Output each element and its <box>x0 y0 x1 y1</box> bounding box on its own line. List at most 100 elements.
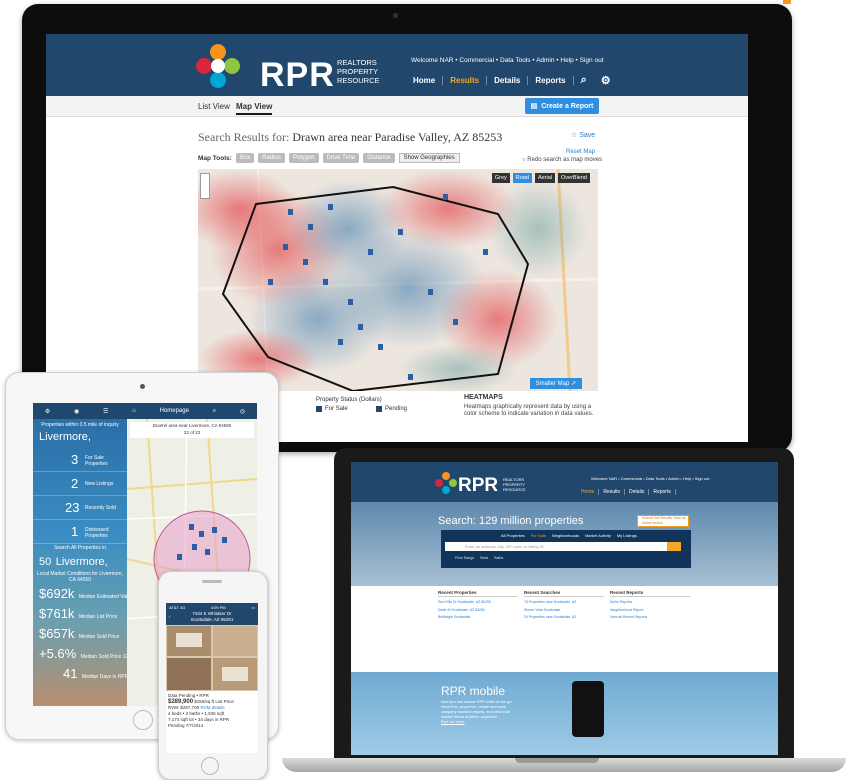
rpr-logo-icon[interactable] <box>435 472 457 494</box>
imac-camera <box>393 13 398 18</box>
nav-details[interactable]: Details <box>487 76 529 85</box>
map-tools-label: Map Tools: <box>198 154 232 162</box>
mobile-title: RPR mobile <box>441 684 506 698</box>
tab-my-listings[interactable]: My Listings <box>617 533 637 538</box>
toolbar-title: Homepage <box>159 408 189 414</box>
tab-map-view[interactable]: Map View <box>236 102 273 115</box>
tablet-home-button[interactable] <box>133 710 153 730</box>
tool-polygon[interactable]: Polygon <box>288 153 319 163</box>
recent-reports-column: Recent Reports Seller Reports Neighborho… <box>610 590 690 668</box>
search-input[interactable]: Enter an address, city, ZIP code, or lis… <box>445 542 681 551</box>
stat-for-sale[interactable]: 3 For Sale Properties <box>33 449 127 472</box>
compass-icon[interactable]: ◎ <box>240 408 245 415</box>
tab-neighborhoods[interactable]: Neighborhoods <box>552 533 579 538</box>
home-icon[interactable]: ⌂ <box>132 408 136 414</box>
mobile-description: Now you can access RPR while on the go. … <box>441 700 513 724</box>
list-item[interactable]: Dade St Scottsdale, AZ 85260 <box>438 608 518 613</box>
recent-activity: Recent Properties Red Hills Dr Scottsdal… <box>438 590 690 670</box>
mobile-promo-band <box>351 672 778 755</box>
desktop-header: RPR REALTORS PROPERTY RESOURCE Welcome N… <box>46 34 748 96</box>
search-all-label: Search All Properties in <box>54 545 106 551</box>
logo-text: RPR <box>260 56 335 94</box>
find-out-more-link[interactable]: Find out more <box>441 720 464 724</box>
list-item[interactable]: Neighborhood Report <box>610 608 690 613</box>
list-item[interactable]: Bellfwight Scottsdale <box>438 615 518 620</box>
promo-badge[interactable]: Submit Get Results Save an Active search <box>637 515 689 527</box>
search-button[interactable] <box>667 542 681 551</box>
laptop-notch <box>515 758 599 763</box>
rvm-details-link[interactable]: RVM details <box>200 705 224 710</box>
rpr-logo-icon[interactable] <box>196 44 240 88</box>
show-geographies-select[interactable]: Show Geographies <box>398 153 460 163</box>
tab-list-view[interactable]: List View <box>198 102 230 111</box>
nav-home[interactable]: Home <box>406 76 444 85</box>
filter-beds[interactable]: Beds <box>480 556 488 560</box>
list-item[interactable]: 24 Properties near Scottsdale, AZ <box>524 615 604 620</box>
legend-pending[interactable]: Pending <box>376 406 407 412</box>
heatmap-map[interactable]: Grey Road Aerial OverBlend Smaller Map ↗ <box>198 169 598 391</box>
map-type-aerial[interactable]: Aerial <box>534 173 555 183</box>
market-median-value: $692k Median Estimated Value <box>39 586 133 601</box>
stat-distressed[interactable]: 1 Distressed Properties <box>33 521 127 544</box>
search-icon[interactable]: ⌕ <box>213 408 216 415</box>
stat-new-listings[interactable]: 2 New Listings <box>33 473 127 496</box>
phone-home-button[interactable] <box>201 757 219 775</box>
properties-within-label: Properties within 0.5 mile of inquiry <box>41 422 119 428</box>
market-days: 41 Median Days in RPR <box>63 666 129 681</box>
utility-links[interactable]: Welcome NAR • Commercial • Data Tools • … <box>591 476 709 481</box>
list-item[interactable]: 76 Properties near Scottsdale, AZ <box>524 600 604 605</box>
battery-icon: ▭ <box>251 604 255 610</box>
logo-text: RPR <box>458 475 499 496</box>
nav-results[interactable]: Results <box>599 489 626 495</box>
list-item[interactable]: Seller Reports <box>610 600 690 605</box>
property-city: Scottsdale, AZ 85251 <box>190 617 234 622</box>
tab-for-sale[interactable]: For Sale <box>531 533 546 538</box>
zoom-control[interactable] <box>200 173 210 199</box>
nav-details[interactable]: Details <box>625 489 650 495</box>
list-item[interactable]: Red Hills Dr Scottsdale, AZ 85255 <box>438 600 518 605</box>
search-all-row[interactable]: 50 Livermore, <box>39 552 108 570</box>
legend-title: Property Status (Dollars) <box>316 397 382 403</box>
phone-status-bar: AT&T 4G 4:09 PM ▭ <box>166 603 258 611</box>
search-filters: Price Range Beds Baths <box>455 556 503 560</box>
nav-reports[interactable]: Reports <box>528 76 574 85</box>
map-type-road[interactable]: Road <box>512 173 532 183</box>
tool-drive-time[interactable]: Drive Time <box>322 153 360 163</box>
tab-all-properties[interactable]: All Properties <box>501 533 525 538</box>
list-item[interactable]: View all Recent Reports <box>610 615 690 620</box>
map-tools: Map Tools: Box Radius Polygon Drive Time… <box>198 151 598 165</box>
nav-home[interactable]: Home <box>577 489 600 495</box>
camera-icon[interactable]: ◉ <box>74 408 79 415</box>
save-button[interactable]: ☆ Save <box>571 131 595 139</box>
utility-links[interactable]: Welcome NAR • Commercial • Data Tools • … <box>411 57 604 64</box>
back-icon[interactable]: ‹ <box>169 614 171 620</box>
property-photos[interactable] <box>166 625 258 691</box>
phone-nav-bar: ‹ 7334 E Whitaker Dr Scottsdale, AZ 8525… <box>166 611 258 625</box>
filter-baths[interactable]: Baths <box>494 556 503 560</box>
photo-grid <box>167 626 257 690</box>
legend-for-sale[interactable]: For Sale <box>316 406 348 412</box>
hero-title: Search: 129 million properties <box>438 515 584 527</box>
tool-box[interactable]: Box <box>235 153 255 163</box>
list-item[interactable]: Stoner Vista Scottsdale <box>524 608 604 613</box>
filter-price[interactable]: Price Range <box>455 556 474 560</box>
logo-subtitle: REALTORS PROPERTY RESOURCE <box>503 477 526 492</box>
tool-distance[interactable]: Distance <box>363 153 395 163</box>
city-name[interactable]: Livermore, <box>39 431 91 443</box>
list-icon[interactable]: ☰ <box>103 408 108 415</box>
map-type-grey[interactable]: Grey <box>491 173 510 183</box>
search-icon[interactable]: ⌕ <box>574 74 594 87</box>
gear-icon[interactable]: ⚙ <box>594 74 618 87</box>
create-report-button[interactable]: ▤ Create a Report <box>525 98 599 114</box>
smaller-map-button[interactable]: Smaller Map ↗ <box>529 378 582 389</box>
tab-market-activity[interactable]: Market Activity <box>585 533 611 538</box>
recent-searches-column: Recent Searches 76 Properties near Scott… <box>524 590 604 668</box>
tool-radius[interactable]: Radius <box>258 153 285 163</box>
corner-accent <box>783 0 791 4</box>
gear-icon[interactable]: ⚙ <box>45 408 50 415</box>
map-type-overblend[interactable]: OverBlend <box>558 173 590 183</box>
stat-recently-sold[interactable]: 23 Recently Sold <box>33 497 127 520</box>
nav-results[interactable]: Results <box>443 76 488 85</box>
property-info: Data Pending • RPR $289,900 $150/sq ft L… <box>166 691 258 753</box>
nav-reports[interactable]: Reports <box>649 489 676 495</box>
